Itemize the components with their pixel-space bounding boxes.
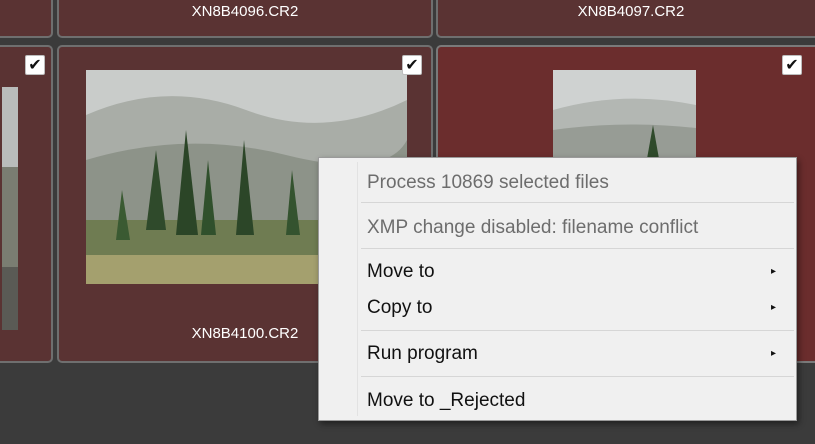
menu-item-label: Move to <box>367 261 435 282</box>
menu-item-move-to-rejected[interactable]: Move to _Rejected <box>367 390 788 412</box>
context-menu: Process 10869 selected files XMP change … <box>318 157 797 421</box>
thumbnail-tile-left[interactable]: ✔ <box>0 45 53 363</box>
menu-item-move-to[interactable]: Move to ▸ <box>367 261 788 283</box>
submenu-arrow-icon: ▸ <box>770 302 776 313</box>
selection-checkbox[interactable]: ✔ <box>25 55 45 75</box>
thumbnail-filename: XN8B4097.CR2 <box>577 3 685 20</box>
selection-checkbox[interactable]: ✔ <box>782 55 802 75</box>
thumbnail-filename: XN8B4096.CR2 <box>191 3 299 20</box>
menu-icon-gutter <box>357 162 358 416</box>
menu-item-label: Run program <box>367 343 478 364</box>
menu-item-label: Copy to <box>367 297 433 318</box>
menu-item-xmp-disabled: XMP change disabled: filename conflict <box>367 217 699 238</box>
thumbnail-image <box>553 70 696 170</box>
menu-item-run-program[interactable]: Run program ▸ <box>367 343 788 365</box>
menu-item-copy-to[interactable]: Copy to ▸ <box>367 297 788 319</box>
menu-item-process-selected: Process 10869 selected files <box>367 172 609 193</box>
menu-separator <box>361 202 794 203</box>
submenu-arrow-icon: ▸ <box>770 266 776 277</box>
thumbnail-image <box>2 87 18 330</box>
thumbnail-tile-top-middle[interactable]: XN8B4096.CR2 <box>57 0 433 38</box>
thumbnail-tile-top-left[interactable] <box>0 0 53 38</box>
thumbnail-tile-top-right[interactable]: XN8B4097.CR2 <box>436 0 815 38</box>
menu-separator <box>361 376 794 377</box>
menu-separator <box>361 248 794 249</box>
selection-checkbox[interactable]: ✔ <box>402 55 422 75</box>
menu-separator <box>361 330 794 331</box>
submenu-arrow-icon: ▸ <box>770 348 776 359</box>
